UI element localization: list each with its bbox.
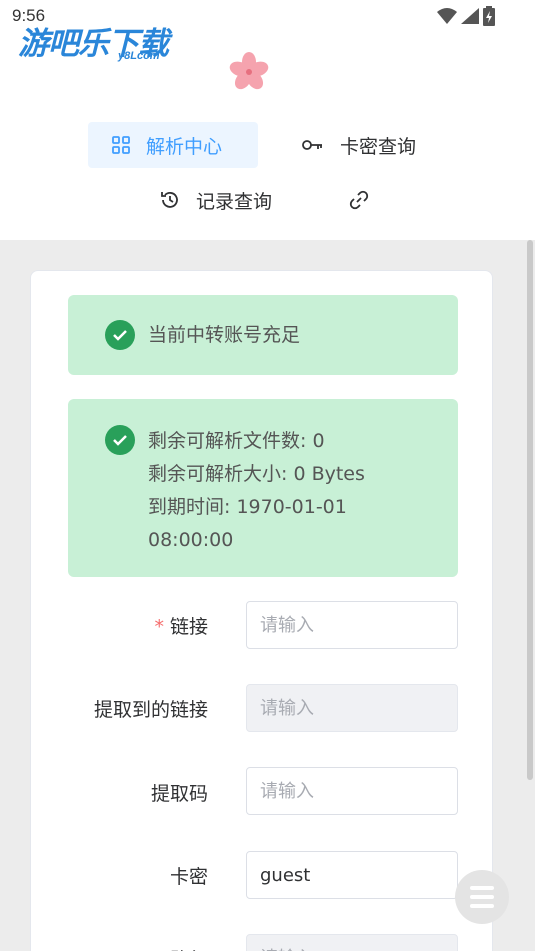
battery-icon [483,6,495,26]
tab-card-query[interactable]: 卡密查询 [302,122,416,168]
watermark-logo: 游吧乐下载 y8Lcom [18,26,169,62]
scrollbar[interactable] [527,240,533,780]
tab-link[interactable] [349,177,369,223]
extract-code-input[interactable] [246,767,458,815]
tab-record-query[interactable]: 记录查询 [160,177,272,223]
link-icon [349,190,369,210]
grid-icon [112,136,130,154]
system-icons [437,6,495,26]
account-status-alert: 当前中转账号充足 [68,295,458,375]
menu-line [470,895,494,899]
quota-alert: 剩余可解析文件数: 0 剩余可解析大小: 0 Bytes 到期时间: 1970-… [68,399,458,577]
history-icon [161,192,178,208]
card-key-input[interactable] [246,851,458,899]
extract-code-label: 提取码 [150,783,208,805]
remaining-size: 剩余可解析大小: 0 Bytes [148,463,365,485]
check-circle-icon [105,425,135,455]
parse-form-card: 当前中转账号充足 剩余可解析文件数: 0 剩余可解析大小: 0 Bytes 到期… [30,270,493,951]
account-status-text: 当前中转账号充足 [148,324,301,346]
menu-line [470,904,494,908]
expire-time-line2: 08:00:00 [148,529,234,551]
tab-parse-center[interactable]: 解析中心 [88,122,258,168]
flower-icon [229,52,269,90]
link-input[interactable] [246,601,458,649]
link-label: * 链接 [154,616,208,638]
extracted-link-input [246,684,458,732]
extracted-link-label: 提取到的链接 [93,699,208,721]
signal-icon [461,8,479,24]
path-label: 路径 [170,945,208,951]
path-input [246,934,458,951]
remaining-files: 剩余可解析文件数: 0 [148,430,325,452]
menu-line [470,886,494,890]
key-icon [302,140,322,150]
floating-menu-button[interactable] [455,870,509,924]
main-content: 当前中转账号充足 剩余可解析文件数: 0 剩余可解析大小: 0 Bytes 到期… [0,240,535,951]
required-mark: * [154,616,164,638]
card-key-label: 卡密 [169,866,208,888]
tab-parse-center-label: 解析中心 [146,135,223,158]
tab-card-query-label: 卡密查询 [340,135,417,158]
check-circle-icon [105,320,135,350]
tab-record-query-label: 记录查询 [196,190,273,213]
quota-text: 剩余可解析文件数: 0 剩余可解析大小: 0 Bytes 到期时间: 1970-… [148,425,365,557]
expire-time-line1: 到期时间: 1970-01-01 [148,496,347,518]
wifi-icon [437,8,457,24]
